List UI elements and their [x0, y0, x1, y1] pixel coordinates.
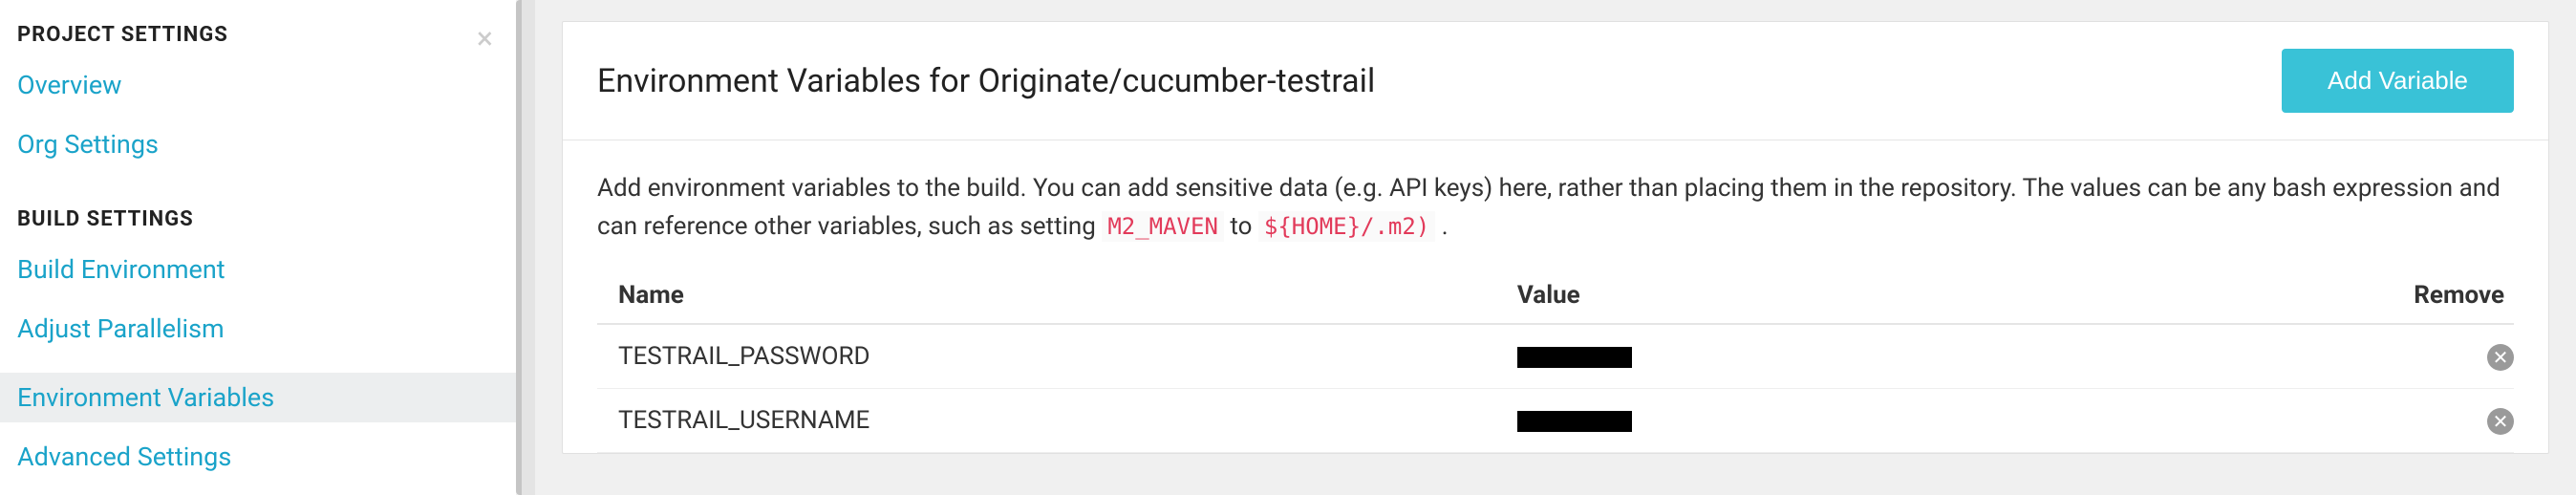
var-name-cell: TESTRAIL_USERNAME [597, 388, 1517, 452]
sidebar-item-overview[interactable]: Overview [17, 70, 516, 100]
desc-prefix: Add environment variables to the build. … [597, 174, 2501, 241]
redacted-value [1517, 411, 1632, 432]
sidebar-item-environment-variables[interactable]: Environment Variables [0, 373, 516, 422]
var-value-cell [1517, 324, 2361, 389]
var-name-cell: TESTRAIL_PASSWORD [597, 324, 1517, 389]
col-header-name: Name [597, 271, 1517, 324]
main-content: Environment Variables for Originate/cucu… [535, 0, 2576, 495]
add-variable-button[interactable]: Add Variable [2282, 49, 2514, 113]
var-value-cell [1517, 388, 2361, 452]
table-row: TESTRAIL_PASSWORD ✕ [597, 324, 2514, 389]
env-vars-card: Environment Variables for Originate/cucu… [562, 21, 2549, 454]
desc-mid: to [1224, 212, 1258, 241]
desc-code-m2maven: M2_MAVEN [1102, 211, 1224, 242]
sidebar-item-org-settings[interactable]: Org Settings [17, 129, 516, 160]
description-text: Add environment variables to the build. … [597, 169, 2514, 247]
sidebar-section-build: BUILD SETTINGS Build Environment Adjust … [17, 207, 516, 472]
remove-row-button[interactable]: ✕ [2487, 408, 2514, 435]
card-header: Environment Variables for Originate/cucu… [563, 22, 2548, 140]
redacted-value [1517, 347, 1632, 368]
desc-tail: . [1435, 212, 1448, 241]
remove-row-button[interactable]: ✕ [2487, 344, 2514, 371]
sidebar-item-advanced-settings[interactable]: Advanced Settings [17, 441, 516, 472]
section-title-project: PROJECT SETTINGS [17, 23, 516, 47]
table-row: TESTRAIL_USERNAME ✕ [597, 388, 2514, 452]
scrollbar-divider[interactable] [516, 0, 535, 495]
desc-code-home: ${HOME}/.m2) [1258, 211, 1435, 242]
page-title: Environment Variables for Originate/cucu… [597, 62, 1375, 100]
section-title-build: BUILD SETTINGS [17, 207, 516, 231]
sidebar-item-adjust-parallelism[interactable]: Adjust Parallelism [17, 313, 516, 344]
sidebar-section-project: PROJECT SETTINGS Overview Org Settings [17, 23, 516, 160]
sidebar: × PROJECT SETTINGS Overview Org Settings… [0, 0, 516, 495]
col-header-remove: Remove [2361, 271, 2515, 324]
sidebar-item-build-environment[interactable]: Build Environment [17, 254, 516, 285]
env-vars-table: Name Value Remove TESTRAIL_PASSWORD ✕ TE… [597, 271, 2514, 453]
col-header-value: Value [1517, 271, 2361, 324]
close-icon[interactable]: × [477, 23, 493, 54]
card-body: Add environment variables to the build. … [563, 140, 2548, 453]
